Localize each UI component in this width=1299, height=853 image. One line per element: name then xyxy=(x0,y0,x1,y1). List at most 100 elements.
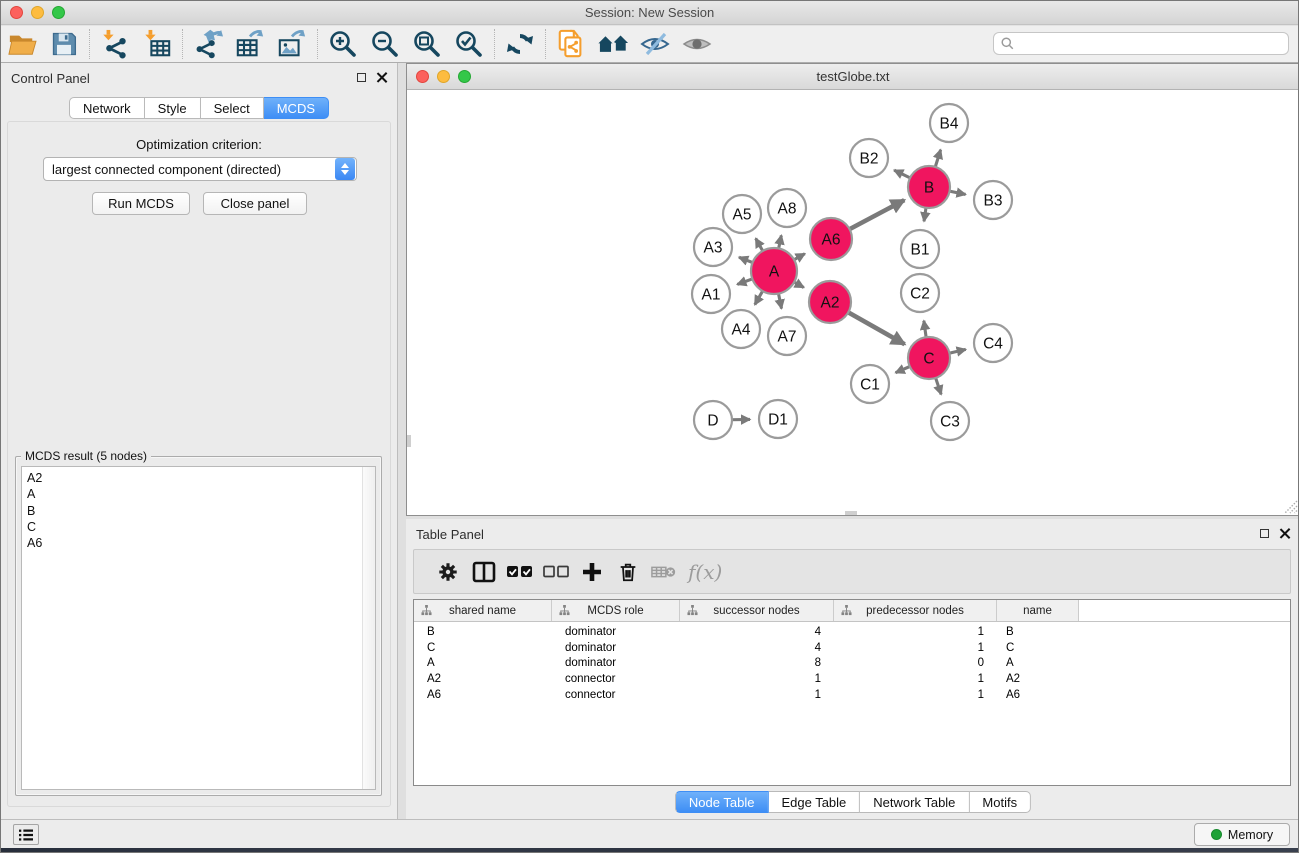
import-network-icon[interactable] xyxy=(94,28,136,60)
column-header-successor-nodes[interactable]: successor nodes xyxy=(680,600,834,621)
zoom-in-icon[interactable] xyxy=(322,28,364,60)
memory-status-icon xyxy=(1211,829,1222,840)
node-A1[interactable]: A1 xyxy=(692,275,730,313)
float-panel-icon[interactable] xyxy=(357,73,366,82)
select-all-columns-icon[interactable] xyxy=(502,555,538,589)
node-C[interactable]: C xyxy=(908,337,950,379)
node-label: A7 xyxy=(778,329,797,346)
open-file-icon[interactable] xyxy=(1,28,43,60)
node-label: A8 xyxy=(778,201,797,218)
close-panel-button[interactable]: Close panel xyxy=(203,192,307,215)
node-A2[interactable]: A2 xyxy=(809,281,851,323)
node-C3[interactable]: C3 xyxy=(931,402,969,440)
node-D[interactable]: D xyxy=(694,401,732,439)
canvas-scroll-mark xyxy=(845,511,857,515)
mcds-result-list[interactable]: A2ABCA6 xyxy=(21,466,376,790)
search-field[interactable] xyxy=(993,32,1289,55)
node-B2[interactable]: B2 xyxy=(850,139,888,177)
table-row[interactable]: Cdominator41C xyxy=(414,640,1290,656)
add-column-icon[interactable] xyxy=(574,555,610,589)
export-network-icon[interactable] xyxy=(187,28,229,60)
hide-details-icon[interactable] xyxy=(634,28,676,60)
edge-A6-B[interactable] xyxy=(848,200,904,230)
table-tab-edge-table[interactable]: Edge Table xyxy=(768,791,860,813)
search-input[interactable] xyxy=(1019,37,1281,51)
zoom-selected-icon[interactable] xyxy=(448,28,490,60)
mcds-result-item[interactable]: C xyxy=(22,519,375,535)
node-C1[interactable]: C1 xyxy=(851,365,889,403)
node-table: shared nameMCDS rolesuccessor nodesprede… xyxy=(413,599,1291,786)
clipboard-network-icon[interactable] xyxy=(550,28,592,60)
memory-label: Memory xyxy=(1228,828,1273,842)
memory-button[interactable]: Memory xyxy=(1194,823,1290,846)
column-header-name[interactable]: name xyxy=(997,600,1079,621)
close-table-panel-icon[interactable] xyxy=(1279,528,1290,539)
table-row[interactable]: Adominator80A xyxy=(414,656,1290,672)
delete-column-icon[interactable] xyxy=(610,555,646,589)
node-A7[interactable]: A7 xyxy=(768,317,806,355)
node-A8[interactable]: A8 xyxy=(768,189,806,227)
node-A4[interactable]: A4 xyxy=(722,310,760,348)
table-tab-network-table[interactable]: Network Table xyxy=(860,791,969,813)
search-icon xyxy=(1001,37,1014,50)
table-settings-icon[interactable] xyxy=(430,555,466,589)
cell-name: A xyxy=(997,657,1079,669)
desktop-background xyxy=(1,848,1298,853)
export-table-icon[interactable] xyxy=(229,28,271,60)
network-canvas[interactable]: B4 B2 B B3 A8 A5 A6 A3 B1 A A1 C2 A2 A4 A7 C4 C C1 C3 D D1 xyxy=(407,90,1299,515)
table-row[interactable]: A2connector11A2 xyxy=(414,671,1290,687)
window-titlebar: Session: New Session xyxy=(1,1,1298,25)
column-header-shared-name[interactable]: shared name xyxy=(414,600,552,621)
export-image-icon[interactable] xyxy=(271,28,313,60)
cell-shared-name: B xyxy=(414,626,552,638)
import-table-icon[interactable] xyxy=(136,28,178,60)
mcds-result-item[interactable]: B xyxy=(22,503,375,519)
column-header-mcds-role[interactable]: MCDS role xyxy=(552,600,680,621)
node-B1[interactable]: B1 xyxy=(901,230,939,268)
edge-A2-C[interactable] xyxy=(847,311,905,344)
table-row[interactable]: Bdominator41B xyxy=(414,624,1290,640)
tab-style[interactable]: Style xyxy=(145,97,201,119)
zoom-fit-icon[interactable] xyxy=(406,28,448,60)
deselect-all-columns-icon[interactable] xyxy=(538,555,574,589)
mcds-result-item[interactable]: A6 xyxy=(22,535,375,551)
apply-layout-icon[interactable] xyxy=(499,28,541,60)
node-label: C1 xyxy=(860,377,880,394)
column-layout-icon[interactable] xyxy=(466,555,502,589)
show-details-icon[interactable] xyxy=(676,28,718,60)
node-B[interactable]: B xyxy=(908,166,950,208)
apply-function-icon[interactable]: f(x) xyxy=(688,560,722,584)
tab-select[interactable]: Select xyxy=(201,97,264,119)
task-history-button[interactable] xyxy=(13,824,39,845)
node-A5[interactable]: A5 xyxy=(723,195,761,233)
resize-grip-icon[interactable] xyxy=(1284,500,1298,514)
column-header-predecessor-nodes[interactable]: predecessor nodes xyxy=(834,600,997,621)
table-tab-node-table[interactable]: Node Table xyxy=(675,791,769,813)
delete-table-icon[interactable] xyxy=(646,555,682,589)
optimization-criterion-select[interactable]: largest connected component (directed) xyxy=(43,157,357,181)
tab-mcds[interactable]: MCDS xyxy=(264,97,329,119)
node-B3[interactable]: B3 xyxy=(974,181,1012,219)
network-home-icon[interactable] xyxy=(592,28,634,60)
zoom-out-icon[interactable] xyxy=(364,28,406,60)
mcds-result-item[interactable]: A xyxy=(22,486,375,502)
float-table-panel-icon[interactable] xyxy=(1260,529,1269,538)
close-panel-icon[interactable] xyxy=(376,72,387,83)
table-row[interactable]: A6connector11A6 xyxy=(414,687,1290,703)
tab-network[interactable]: Network xyxy=(69,97,145,119)
list-scrollbar[interactable] xyxy=(362,467,375,789)
node-A3[interactable]: A3 xyxy=(694,228,732,266)
node-C4[interactable]: C4 xyxy=(974,324,1012,362)
node-A6[interactable]: A6 xyxy=(810,218,852,260)
optimization-criterion-label: Optimization criterion: xyxy=(1,137,397,152)
table-tab-motifs[interactable]: Motifs xyxy=(969,791,1031,813)
node-D1[interactable]: D1 xyxy=(759,400,797,438)
save-session-icon[interactable] xyxy=(43,28,85,60)
node-B4[interactable]: B4 xyxy=(930,104,968,142)
node-C2[interactable]: C2 xyxy=(901,274,939,312)
network-window-titlebar[interactable]: testGlobe.txt xyxy=(407,64,1299,90)
mcds-result-item[interactable]: A2 xyxy=(22,467,375,486)
column-type-icon xyxy=(841,605,852,616)
run-mcds-button[interactable]: Run MCDS xyxy=(92,192,190,215)
node-A[interactable]: A xyxy=(751,248,797,294)
